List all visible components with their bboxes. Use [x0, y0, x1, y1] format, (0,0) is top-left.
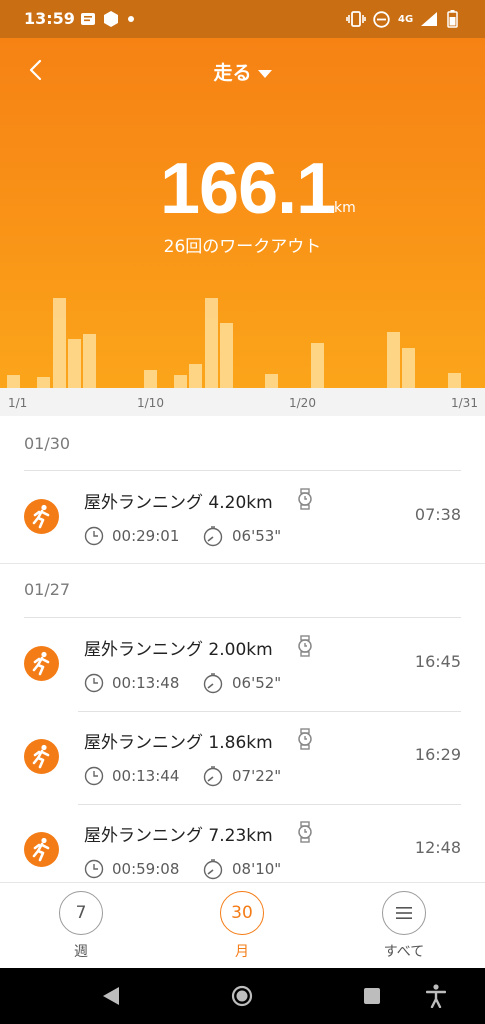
- axis-tick: 1/20: [289, 396, 316, 410]
- home-icon[interactable]: [231, 985, 253, 1007]
- workout-start-time: 07:38: [414, 505, 461, 524]
- more-notifications-dot-icon: [128, 10, 134, 28]
- workout-row[interactable]: 屋外ランニング 4.20km 07:38 00:29:01 06'53": [0, 471, 485, 563]
- axis-tick: 1/10: [137, 396, 164, 410]
- clock-icon: [84, 859, 104, 879]
- day-bar: [52, 298, 66, 388]
- running-icon: [24, 646, 59, 681]
- workout-row[interactable]: 屋外ランニング 7.23km 12:48 00:59:08 08'10": [0, 804, 485, 882]
- date-header: 01/27: [24, 580, 71, 599]
- week-icon: 7: [59, 891, 103, 935]
- workout-start-time: 16:29: [414, 745, 461, 764]
- pace: 07'22": [202, 765, 281, 787]
- workout-row[interactable]: 屋外ランニング 2.00km 16:45 00:13:48 06'52": [0, 618, 485, 710]
- signal-icon: [420, 10, 438, 28]
- duration: 00:59:08: [84, 858, 179, 880]
- axis-tick: 1/1: [8, 396, 28, 410]
- watch-icon: [296, 728, 316, 750]
- day-bar: [37, 377, 51, 388]
- pace: 06'53": [202, 525, 281, 547]
- vibrate-icon: [346, 10, 366, 28]
- watch-icon: [296, 488, 316, 510]
- status-time: 13:59: [24, 9, 75, 28]
- workout-title: 屋外ランニング 1.86km: [84, 733, 273, 753]
- tab-all[interactable]: すべて: [364, 891, 444, 963]
- accessibility-icon[interactable]: [426, 984, 446, 1008]
- battery-icon: [447, 10, 458, 28]
- workout-start-time: 16:45: [414, 652, 461, 671]
- do-not-disturb-icon: [373, 10, 390, 28]
- message-icon: [80, 10, 96, 28]
- axis-tick: 1/31: [451, 396, 478, 410]
- workout-title: 屋外ランニング 7.23km: [84, 826, 273, 846]
- month-icon: 30: [220, 891, 264, 935]
- pace-gauge-icon: [203, 673, 223, 694]
- day-bar: [204, 298, 218, 388]
- clock-icon: [84, 673, 104, 693]
- watch-icon: [296, 821, 316, 843]
- day-bar: [67, 339, 81, 388]
- clock-icon: [84, 766, 104, 786]
- tab-label: 週: [74, 944, 88, 960]
- total-distance-value: 166.1: [160, 149, 336, 229]
- day-bar: [83, 334, 96, 388]
- watch-icon: [296, 635, 316, 657]
- recents-icon[interactable]: [363, 987, 381, 1005]
- day-bar: [402, 348, 416, 388]
- date-header: 01/30: [24, 434, 71, 453]
- workout-row[interactable]: 屋外ランニング 1.86km 16:29 00:13:44 07'22": [0, 711, 485, 803]
- summary-header: 13:59 4G 走る 166.1 km 26回のワークアウト: [0, 0, 485, 390]
- day-bar: [7, 375, 20, 388]
- system-navigation-bar: [0, 968, 485, 1024]
- daily-distance-chart: [0, 280, 485, 388]
- duration: 00:29:01: [84, 525, 179, 547]
- pace: 08'10": [202, 858, 281, 880]
- workout-list[interactable]: 01/30 屋外ランニング 4.20km 07:38 00:29:01 06'5…: [0, 416, 485, 882]
- running-icon: [24, 832, 59, 867]
- duration: 00:13:44: [84, 765, 179, 787]
- app-notification-icon: [102, 10, 120, 28]
- tab-month[interactable]: 30 月: [202, 891, 282, 963]
- tab-label: すべて: [383, 944, 425, 960]
- tab-label: 月: [235, 944, 249, 960]
- pace-gauge-icon: [203, 859, 223, 880]
- workout-title: 屋外ランニング 2.00km: [84, 640, 273, 660]
- day-bar: [311, 343, 324, 388]
- duration: 00:13:48: [84, 672, 179, 694]
- day-bar: [143, 370, 157, 388]
- running-icon: [24, 739, 59, 774]
- running-icon: [24, 499, 59, 534]
- workout-start-time: 12:48: [414, 838, 461, 857]
- back-triangle-icon[interactable]: [101, 986, 121, 1006]
- list-menu-icon: [382, 891, 426, 935]
- pace-gauge-icon: [203, 526, 223, 547]
- period-tab-bar: 7 週 30 月 すべて: [0, 882, 485, 968]
- day-bar: [174, 375, 188, 388]
- sport-type-label: 走る: [213, 62, 252, 84]
- day-bar: [265, 374, 279, 388]
- sport-type-dropdown[interactable]: 走る: [0, 58, 485, 85]
- chart-x-axis: 1/1 1/10 1/20 1/31: [0, 388, 485, 416]
- workout-count: 26回のワークアウト: [163, 237, 322, 257]
- day-bar: [387, 332, 400, 388]
- divider: [0, 563, 485, 564]
- caret-down-icon: [257, 69, 272, 78]
- day-bar: [447, 373, 461, 388]
- pace-gauge-icon: [203, 766, 223, 787]
- total-distance-unit: km: [334, 200, 356, 216]
- day-bar: [189, 364, 203, 388]
- pace: 06'52": [202, 672, 281, 694]
- network-type-label: 4G: [398, 13, 414, 25]
- workout-title: 屋外ランニング 4.20km: [84, 493, 273, 513]
- day-bar: [219, 323, 233, 388]
- tab-week[interactable]: 7 週: [41, 891, 121, 963]
- status-bar: 13:59 4G: [0, 0, 485, 38]
- clock-icon: [84, 526, 104, 546]
